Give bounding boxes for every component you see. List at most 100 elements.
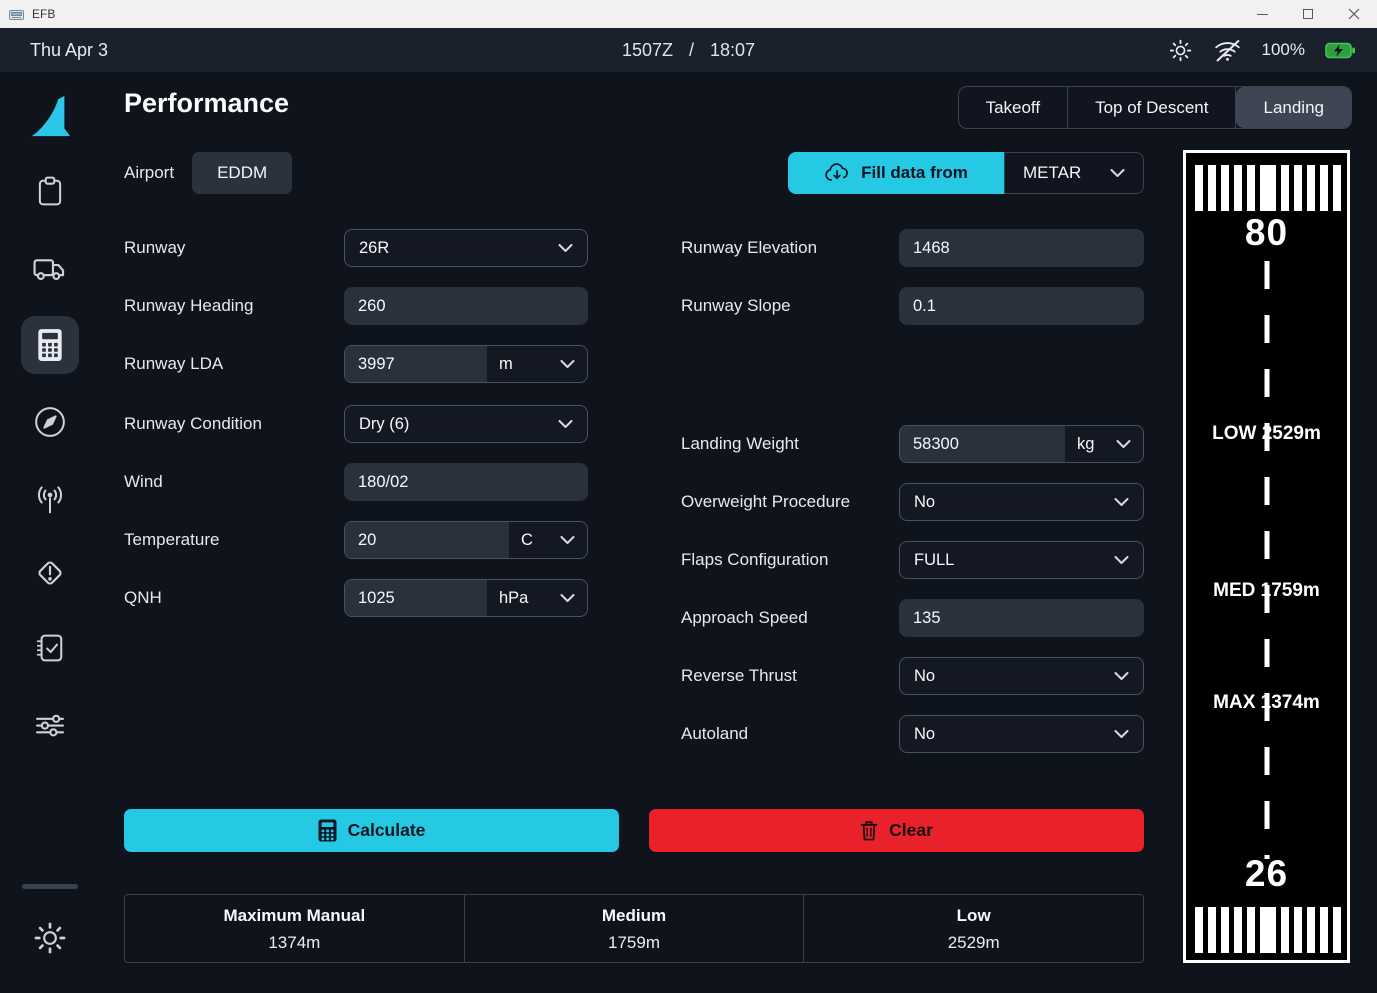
chevron-down-icon [1116,440,1131,449]
sidebar-item-compass[interactable] [32,404,68,440]
runway-lda-input[interactable]: 3997 [345,346,487,382]
sidebar-divider [22,884,78,889]
calculate-button[interactable]: Calculate [124,809,619,852]
runway-threshold-stripes-near [1186,907,1347,953]
wifi-off-icon [1213,38,1242,63]
fill-data-from-button[interactable]: Fill data from [788,152,1004,194]
runway-select[interactable]: 26R [344,229,588,267]
sidebar-item-warning[interactable] [31,554,69,592]
calculator-icon [318,819,337,842]
field-label: Autoland [681,724,899,744]
cloud-download-icon [824,163,850,184]
form-row: Wind 180/02 [124,463,588,501]
form-row: Landing Weight 58300 kg [681,425,1144,463]
runway-elevation-input[interactable]: 1468 [899,229,1144,267]
runway-condition-select[interactable]: Dry (6) [344,405,588,443]
qnh-unit-select[interactable]: hPa [487,580,587,616]
airport-label: Airport [124,163,174,183]
battery-charging-icon [1325,42,1355,59]
autoland-select[interactable]: No [899,715,1144,753]
clear-button[interactable]: Clear [649,809,1144,852]
runway-lda-input-group: 3997 m [344,345,588,383]
page-title: Performance [124,88,289,119]
chevron-down-icon [558,244,573,253]
app-frame: Performance Takeoff Top of Descent Landi… [0,72,1377,993]
reverse-thrust-select[interactable]: No [899,657,1144,695]
calculator-icon [36,328,64,362]
minimize-button[interactable] [1239,0,1285,28]
runway-number-near: 26 [1186,853,1347,895]
local-time: 18:07 [710,40,755,61]
qnh-input-group: 1025 hPa [344,579,588,617]
temperature-unit-select[interactable]: C [509,522,587,558]
chevron-down-icon [558,420,573,429]
chevron-down-icon [1114,672,1129,681]
marker-med: MED 1759m [1186,580,1347,602]
result-medium: Medium 1759m [465,895,805,962]
tab-landing[interactable]: Landing [1236,87,1351,128]
results-table: Maximum Manual 1374m Medium 1759m Low 25… [124,894,1144,963]
flaps-configuration-select[interactable]: FULL [899,541,1144,579]
runway-graphic: 80 LOW 2529m MED 1759m MAX 1374m 26 [1183,150,1350,963]
temperature-input[interactable]: 20 [345,522,509,558]
field-label: Runway LDA [124,354,344,374]
airport-value-button[interactable]: EDDM [192,152,292,194]
chevron-down-icon [560,360,575,369]
tab-top-of-descent[interactable]: Top of Descent [1068,87,1236,128]
runway-heading-input[interactable]: 260 [344,287,588,325]
overweight-procedure-select[interactable]: No [899,483,1144,521]
result-low: Low 2529m [804,895,1143,962]
close-button[interactable] [1331,0,1377,28]
chevron-down-icon [560,536,575,545]
field-label: Runway Elevation [681,238,899,258]
performance-tabs: Takeoff Top of Descent Landing [958,86,1352,129]
app-icon [9,8,24,21]
form-row: Runway Heading 260 [124,287,588,325]
content: Performance Takeoff Top of Descent Landi… [100,72,1377,993]
form-row: Runway Slope 0.1 [681,287,1144,325]
field-label: Runway [124,238,344,258]
form-row: Reverse Thrust No [681,657,1144,695]
result-maximum-manual: Maximum Manual 1374m [125,895,465,962]
window-titlebar: EFB [0,0,1377,28]
runway-lda-unit-select[interactable]: m [487,346,587,382]
marker-max: MAX 1374m [1186,692,1347,714]
approach-speed-input[interactable]: 135 [899,599,1144,637]
chevron-down-icon [1110,169,1125,178]
maximize-button[interactable] [1285,0,1331,28]
landing-weight-unit-select[interactable]: kg [1065,426,1143,462]
landing-weight-input-group: 58300 kg [899,425,1144,463]
form-row: Flaps Configuration FULL [681,541,1144,579]
sidebar-item-antenna[interactable] [31,482,69,518]
qnh-input[interactable]: 1025 [345,580,487,616]
time-separator: / [689,40,694,61]
form-row: Overweight Procedure No [681,483,1144,521]
field-label: Runway Slope [681,296,899,316]
sidebar-item-sliders[interactable] [31,707,69,743]
wind-input[interactable]: 180/02 [344,463,588,501]
runway-slope-input[interactable]: 0.1 [899,287,1144,325]
chevron-down-icon [1114,556,1129,565]
sidebar-item-settings[interactable] [32,920,68,956]
field-label: Flaps Configuration [681,550,899,570]
sidebar-item-clipboard[interactable] [32,174,68,210]
window-title: EFB [32,7,55,21]
chevron-down-icon [560,594,575,603]
temperature-input-group: 20 C [344,521,588,559]
landing-weight-input[interactable]: 58300 [900,426,1065,462]
form-row: Autoland No [681,715,1144,753]
tab-takeoff[interactable]: Takeoff [959,87,1069,128]
sidebar-item-checklist[interactable] [32,630,68,666]
sidebar [0,72,100,993]
performance-form: Runway 26R Runway Heading 260 Runway LDA [124,229,1144,773]
field-label: Runway Condition [124,414,344,434]
airline-logo-icon [27,94,73,140]
form-row: Runway Condition Dry (6) [124,405,588,443]
form-row: Runway Elevation 1468 [681,229,1144,267]
gear-icon[interactable] [1168,38,1193,63]
status-bar: Thu Apr 3 1507Z / 18:07 100% [0,28,1377,72]
fill-source-select[interactable]: METAR [1004,152,1144,194]
sidebar-item-performance-active[interactable] [21,316,79,374]
chevron-down-icon [1114,730,1129,739]
sidebar-item-truck[interactable] [31,250,69,286]
